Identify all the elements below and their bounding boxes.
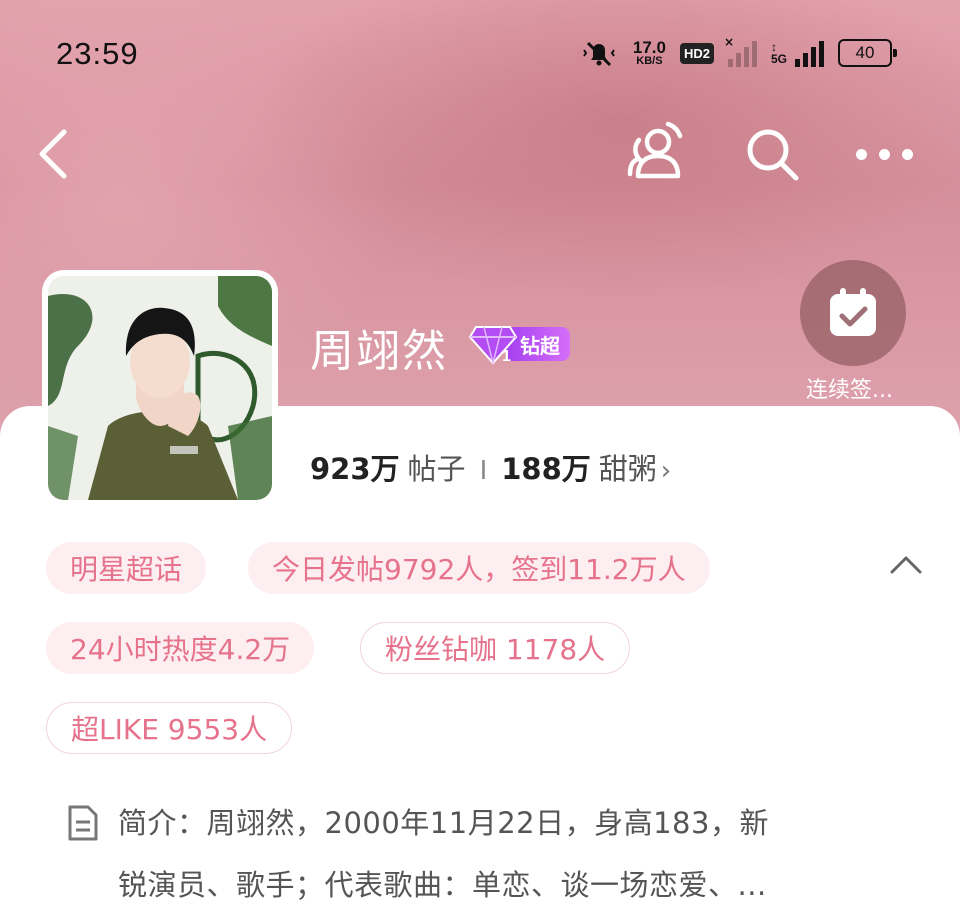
checkin-button[interactable] (800, 260, 906, 366)
speed-value: 17.0 (632, 38, 666, 57)
network-type: ↕ 5G (770, 40, 787, 66)
battery-icon: 40 (838, 39, 897, 67)
badge-level: 1 (502, 348, 511, 365)
bell-mute-icon (583, 41, 615, 67)
avatar-image (48, 276, 272, 500)
more-icon[interactable] (856, 142, 918, 166)
level-badge[interactable]: 1 钻超 (468, 322, 570, 366)
fans-label[interactable]: 甜粥 (599, 446, 657, 488)
network-label: 5G (770, 52, 787, 66)
avatar[interactable] (42, 270, 278, 506)
fans-count[interactable]: 188万 (501, 446, 591, 488)
speed-unit: KB/S (636, 55, 663, 67)
battery-level: 40 (855, 43, 875, 62)
posts-label: 帖子 (407, 452, 466, 486)
search-icon[interactable] (744, 126, 802, 184)
status-time: 23:59 (56, 36, 139, 71)
document-icon (68, 805, 98, 841)
network-speed: 17.0 KB/S (633, 39, 666, 67)
intro-text-line-2[interactable]: 锐演员、歌手；代表歌曲：单恋、谈一场恋爱、... (118, 862, 767, 904)
diamond-icon: 1 (468, 326, 518, 365)
intro-text-line-1: 简介：周翊然，2000年11月22日，身高183，新 (118, 806, 769, 840)
tag-star-topic[interactable]: 明星超话 (46, 542, 207, 594)
status-icons: 17.0 KB/S HD2 × ↕ 5G 40 (579, 35, 897, 68)
chevron-up-icon[interactable] (888, 552, 924, 576)
signal-icon (795, 39, 824, 67)
hd-badge: HD2 (679, 42, 714, 64)
posts-count: 923万 (310, 452, 400, 486)
tag-daily-posts[interactable]: 今日发帖9792人，签到11.2万人 (248, 542, 710, 594)
chevron-left-icon[interactable] (30, 124, 78, 184)
stats-separator: I (479, 456, 488, 486)
chevron-right-icon[interactable]: › (661, 456, 671, 486)
topic-stats: 923万 帖子 I 188万 甜粥 › (310, 446, 671, 488)
topic-name: 周翊然 (310, 326, 448, 377)
tag-heat[interactable]: 24小时热度4.2万 (46, 622, 315, 674)
checkin-label: 连续签... (806, 378, 893, 403)
tag-super-like[interactable]: 超LIKE 9553人 (46, 702, 293, 754)
tag-fans-diamond[interactable]: 粉丝钻咖 1178人 (360, 622, 631, 674)
signal-weak-icon: × (724, 35, 757, 67)
users-icon[interactable] (622, 118, 688, 184)
calendar-check-icon (830, 288, 876, 336)
